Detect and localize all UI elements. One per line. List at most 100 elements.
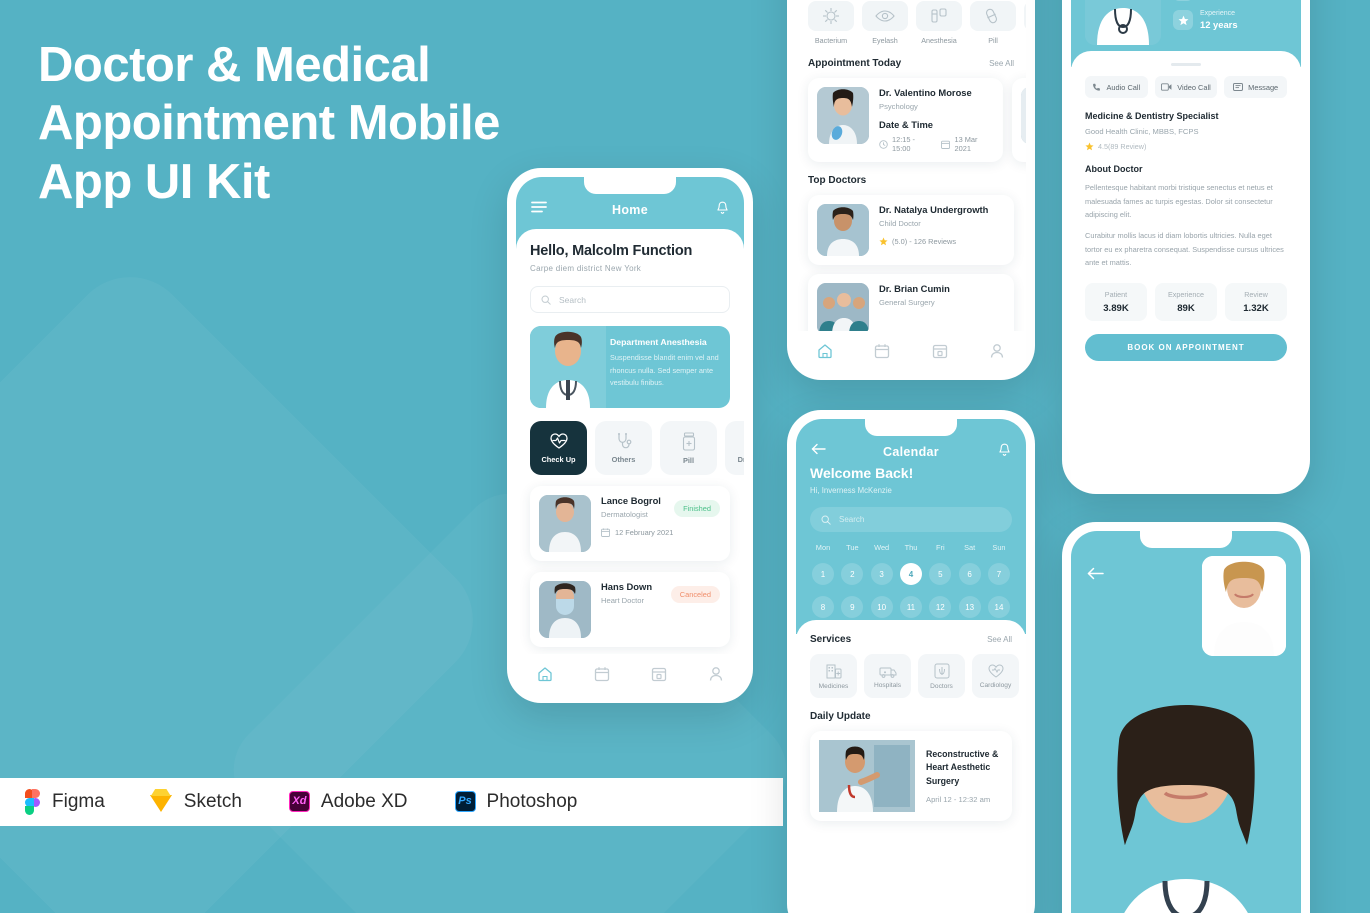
category-bacterium[interactable]: Bacterium bbox=[808, 1, 854, 45]
appointment-row[interactable]: Hans Down Heart Doctor Canceled bbox=[530, 572, 730, 647]
doctor-hero-info: Dr.Valentino Morose Mental & Neurologica… bbox=[1173, 0, 1284, 45]
software-label: Sketch bbox=[183, 791, 242, 812]
day-cell[interactable]: 13 bbox=[958, 596, 981, 618]
category-chip-pill[interactable]: Pill bbox=[660, 421, 717, 475]
sketch-icon bbox=[149, 789, 173, 815]
doctor-role: Dermatologist bbox=[601, 510, 648, 519]
service-cardiology[interactable]: Cardiology bbox=[972, 654, 1019, 698]
software-item-sketch: Sketch bbox=[149, 789, 242, 815]
tab-profile[interactable] bbox=[989, 343, 1005, 359]
top-doctor-row[interactable]: Dr. Natalya Undergrowth Child Doctor (5.… bbox=[808, 195, 1014, 265]
bell-icon[interactable] bbox=[998, 443, 1011, 457]
appointment-today-header: Appointment Today See All bbox=[808, 58, 1014, 69]
today-appointment-card[interactable]: Dr. Valentino Morose Psychology Date & T… bbox=[808, 78, 1003, 162]
star-icon bbox=[1173, 10, 1193, 30]
avatar bbox=[539, 495, 591, 552]
category-label: Lu bbox=[1024, 36, 1026, 45]
section-title: Daily Update bbox=[810, 711, 871, 722]
day-cell[interactable]: 2 bbox=[841, 563, 864, 585]
calendar-icon bbox=[601, 528, 610, 537]
day-cell[interactable]: 9 bbox=[841, 596, 864, 618]
category-label: Pill bbox=[682, 455, 695, 465]
date-time-label: Date & Time bbox=[879, 119, 934, 130]
back-arrow-icon[interactable] bbox=[811, 443, 826, 455]
menu-icon[interactable] bbox=[531, 201, 547, 213]
tab-calendar[interactable] bbox=[594, 666, 610, 682]
category-pill[interactable]: Pill bbox=[970, 1, 1016, 45]
audio-call-button[interactable]: Audio Call bbox=[1085, 76, 1148, 98]
category-chip-check-up[interactable]: Check Up bbox=[530, 421, 587, 475]
tab-calendar[interactable] bbox=[874, 343, 890, 359]
service-doctors[interactable]: Doctors bbox=[918, 654, 965, 698]
category-chip-others[interactable]: Others bbox=[595, 421, 652, 475]
tab-archive[interactable] bbox=[651, 666, 667, 682]
star-icon bbox=[1173, 0, 1193, 1]
stat-label: Patient bbox=[1104, 290, 1128, 300]
doctor-photo bbox=[1085, 0, 1161, 45]
day-cell[interactable]: 1 bbox=[812, 563, 834, 585]
banner-doctor-photo bbox=[530, 326, 606, 408]
back-arrow-icon[interactable] bbox=[1087, 567, 1104, 580]
category-eyelash[interactable]: Eyelash bbox=[862, 1, 908, 45]
news-title: Reconstructive & Heart Aesthetic Surgery bbox=[926, 748, 999, 786]
welcome-text: Welcome Back! bbox=[810, 465, 914, 481]
self-view-pip[interactable] bbox=[1202, 556, 1286, 656]
day-cell[interactable]: 5 bbox=[929, 563, 952, 585]
day-cell[interactable]: 12 bbox=[929, 596, 952, 618]
daily-update-card[interactable]: Reconstructive & Heart Aesthetic Surgery… bbox=[810, 731, 1012, 821]
day-cell-selected[interactable]: 4 bbox=[899, 563, 922, 585]
user-greeting: Hi, Inverness McKenzie bbox=[810, 486, 892, 495]
phone-icon bbox=[1092, 83, 1101, 92]
day-cell[interactable]: 11 bbox=[899, 596, 922, 618]
service-medicines[interactable]: Medicines bbox=[810, 654, 857, 698]
banner-text: Department Anesthesia Suspendisse blandi… bbox=[606, 326, 730, 408]
category-anesthesia[interactable]: Anesthesia bbox=[916, 1, 962, 45]
status-badge: Finished bbox=[674, 500, 720, 517]
service-hospitals[interactable]: Hospitals bbox=[864, 654, 911, 698]
pill-bottle-icon bbox=[681, 431, 697, 451]
appointment-info: Hans Down Heart Doctor bbox=[601, 581, 652, 605]
services-header: Services See All bbox=[810, 634, 1012, 645]
software-compatibility-bar: Figma Sketch Xd Adobe XD Ps Photoshop bbox=[0, 778, 783, 826]
day-cell[interactable]: 14 bbox=[987, 596, 1010, 618]
location-text: Carpe diem district New York bbox=[530, 264, 642, 273]
search-input[interactable]: Search bbox=[530, 286, 730, 313]
today-appointment-card-next[interactable] bbox=[1012, 78, 1026, 162]
cardiology-icon bbox=[987, 663, 1004, 678]
day-cell[interactable]: 3 bbox=[870, 563, 893, 585]
eye-icon bbox=[862, 1, 908, 31]
day-cell[interactable]: 10 bbox=[870, 596, 893, 618]
promo-banner[interactable]: Department Anesthesia Suspendisse blandi… bbox=[530, 326, 730, 408]
home-screen: Home Hello, Malcolm Function Carpe diem … bbox=[516, 177, 744, 694]
category-chip-dressing[interactable]: Dressing bbox=[725, 421, 744, 475]
tab-profile[interactable] bbox=[708, 666, 724, 682]
message-button[interactable]: Message bbox=[1224, 76, 1288, 98]
bottom-tab-bar bbox=[796, 331, 1026, 371]
search-placeholder: Search bbox=[839, 515, 865, 524]
drag-handle[interactable] bbox=[1171, 63, 1201, 66]
dow-mon: Mon bbox=[815, 543, 831, 552]
doctor-rating: (5.0) - 126 Reviews bbox=[879, 237, 988, 246]
day-cell[interactable]: 7 bbox=[987, 563, 1010, 585]
home-title: Home bbox=[612, 203, 648, 217]
search-input[interactable]: Search bbox=[810, 507, 1012, 532]
day-cell[interactable]: 8 bbox=[812, 596, 834, 618]
appointment-row[interactable]: Lance Bogrol Dermatologist 12 February 2… bbox=[530, 486, 730, 561]
category-chip-row: Check Up Others Pill D bbox=[530, 421, 744, 475]
hospital-icon bbox=[879, 664, 897, 678]
category-lungs[interactable]: Lu bbox=[1024, 1, 1026, 45]
book-appointment-button[interactable]: BOOK ON APPOINTMENT bbox=[1085, 334, 1287, 362]
bell-icon[interactable] bbox=[716, 201, 729, 215]
day-cell[interactable]: 6 bbox=[958, 563, 981, 585]
tab-home[interactable] bbox=[537, 666, 553, 682]
tab-home[interactable] bbox=[817, 343, 833, 359]
video-call-button[interactable]: Video Call bbox=[1154, 76, 1218, 98]
search-placeholder: Search bbox=[559, 294, 586, 305]
category-label: Check Up bbox=[541, 455, 576, 464]
doctor-icon bbox=[934, 663, 950, 679]
see-all-link[interactable]: See All bbox=[987, 635, 1012, 644]
news-date: April 12 - 12:32 am bbox=[926, 795, 991, 805]
see-all-link[interactable]: See All bbox=[989, 59, 1014, 68]
doctor-details-screen: Doctor Details Dr.Valentino Morose Menta… bbox=[1071, 0, 1301, 485]
tab-archive[interactable] bbox=[932, 343, 948, 359]
